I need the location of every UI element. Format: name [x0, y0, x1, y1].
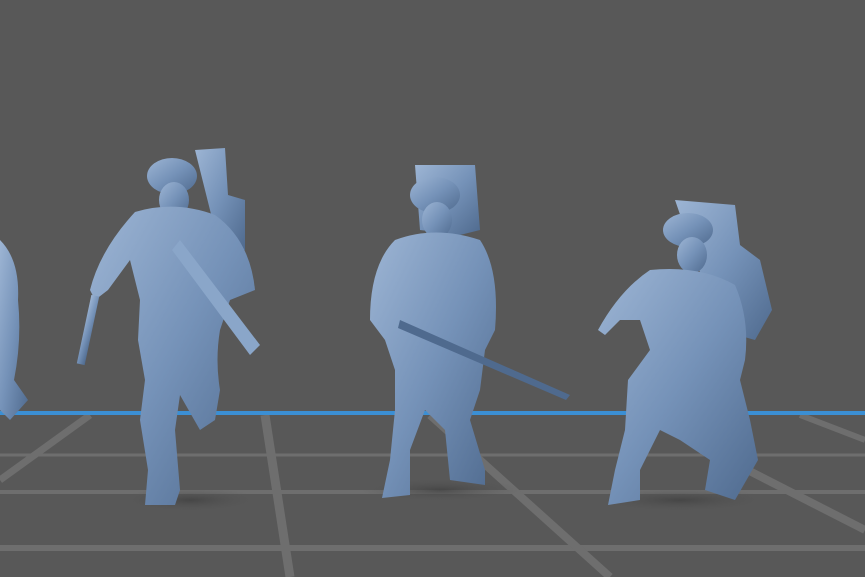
3d-viewport[interactable]	[0, 0, 865, 577]
